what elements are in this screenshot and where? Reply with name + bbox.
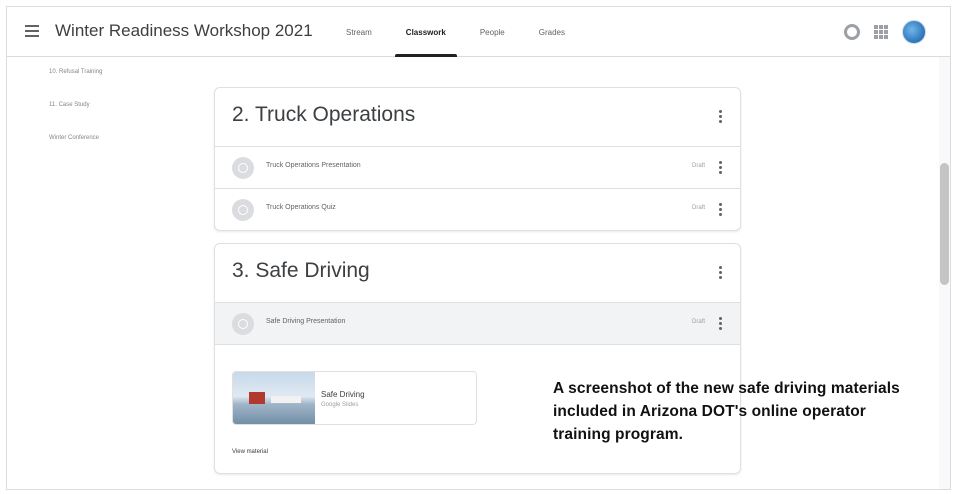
more-options-icon[interactable] [719, 161, 723, 175]
material-status: Draft [691, 163, 705, 169]
material-status: Draft [691, 319, 705, 325]
tab-people[interactable]: People [463, 7, 522, 57]
sidebar-item-winter-conference[interactable]: Winter Conference [49, 135, 102, 168]
material-title[interactable]: Truck Operations Presentation [266, 162, 361, 169]
topic-card-truck-operations: 2. Truck Operations Truck Operations Pre… [214, 87, 741, 231]
topic-header: 3. Safe Driving [215, 244, 740, 302]
tab-stream[interactable]: Stream [329, 7, 389, 57]
class-title[interactable]: Winter Readiness Workshop 2021 [55, 21, 313, 41]
material-row[interactable]: Truck Operations Quiz Draft [215, 188, 740, 230]
topic-header: 2. Truck Operations [215, 88, 740, 146]
avatar[interactable] [902, 20, 926, 44]
menu-icon[interactable] [25, 25, 39, 37]
scrollbar-track[interactable] [939, 57, 950, 489]
more-options-icon[interactable] [719, 110, 723, 124]
view-material-link[interactable]: View material [232, 449, 268, 455]
material-title[interactable]: Safe Driving Presentation [266, 318, 345, 325]
material-icon [232, 157, 254, 179]
top-app-bar: Winter Readiness Workshop 2021 Stream Cl… [7, 7, 950, 57]
material-status: Draft [691, 205, 705, 211]
scrollbar-thumb[interactable] [940, 163, 949, 285]
more-options-icon[interactable] [719, 203, 723, 217]
more-options-icon[interactable] [719, 266, 723, 280]
tab-bar: Stream Classwork People Grades [329, 7, 582, 57]
material-title[interactable]: Truck Operations Quiz [266, 204, 336, 211]
tab-grades[interactable]: Grades [522, 7, 582, 57]
topic-title[interactable]: 3. Safe Driving [232, 259, 370, 283]
material-row[interactable]: Truck Operations Presentation Draft [215, 146, 740, 188]
more-options-icon[interactable] [719, 317, 723, 331]
material-row[interactable]: Safe Driving Presentation Draft [215, 302, 740, 344]
topic-sidebar: 10. Refusal Training 11. Case Study Wint… [49, 69, 102, 168]
attachment-title: Safe Driving [321, 390, 365, 399]
material-icon [232, 313, 254, 335]
attachment-type: Google Slides [321, 402, 359, 408]
sidebar-item-case-study[interactable]: 11. Case Study [49, 102, 102, 135]
slides-thumbnail [233, 372, 315, 424]
topic-title[interactable]: 2. Truck Operations [232, 103, 415, 127]
quiz-icon [232, 199, 254, 221]
attachment-card[interactable]: Safe Driving Google Slides [232, 371, 477, 425]
tab-classwork[interactable]: Classwork [389, 7, 463, 57]
top-actions [844, 20, 926, 44]
image-caption: A screenshot of the new safe driving mat… [553, 380, 900, 443]
apps-grid-icon[interactable] [874, 25, 888, 39]
sidebar-item-refusal-training[interactable]: 10. Refusal Training [49, 69, 102, 102]
gear-icon[interactable] [844, 24, 860, 40]
